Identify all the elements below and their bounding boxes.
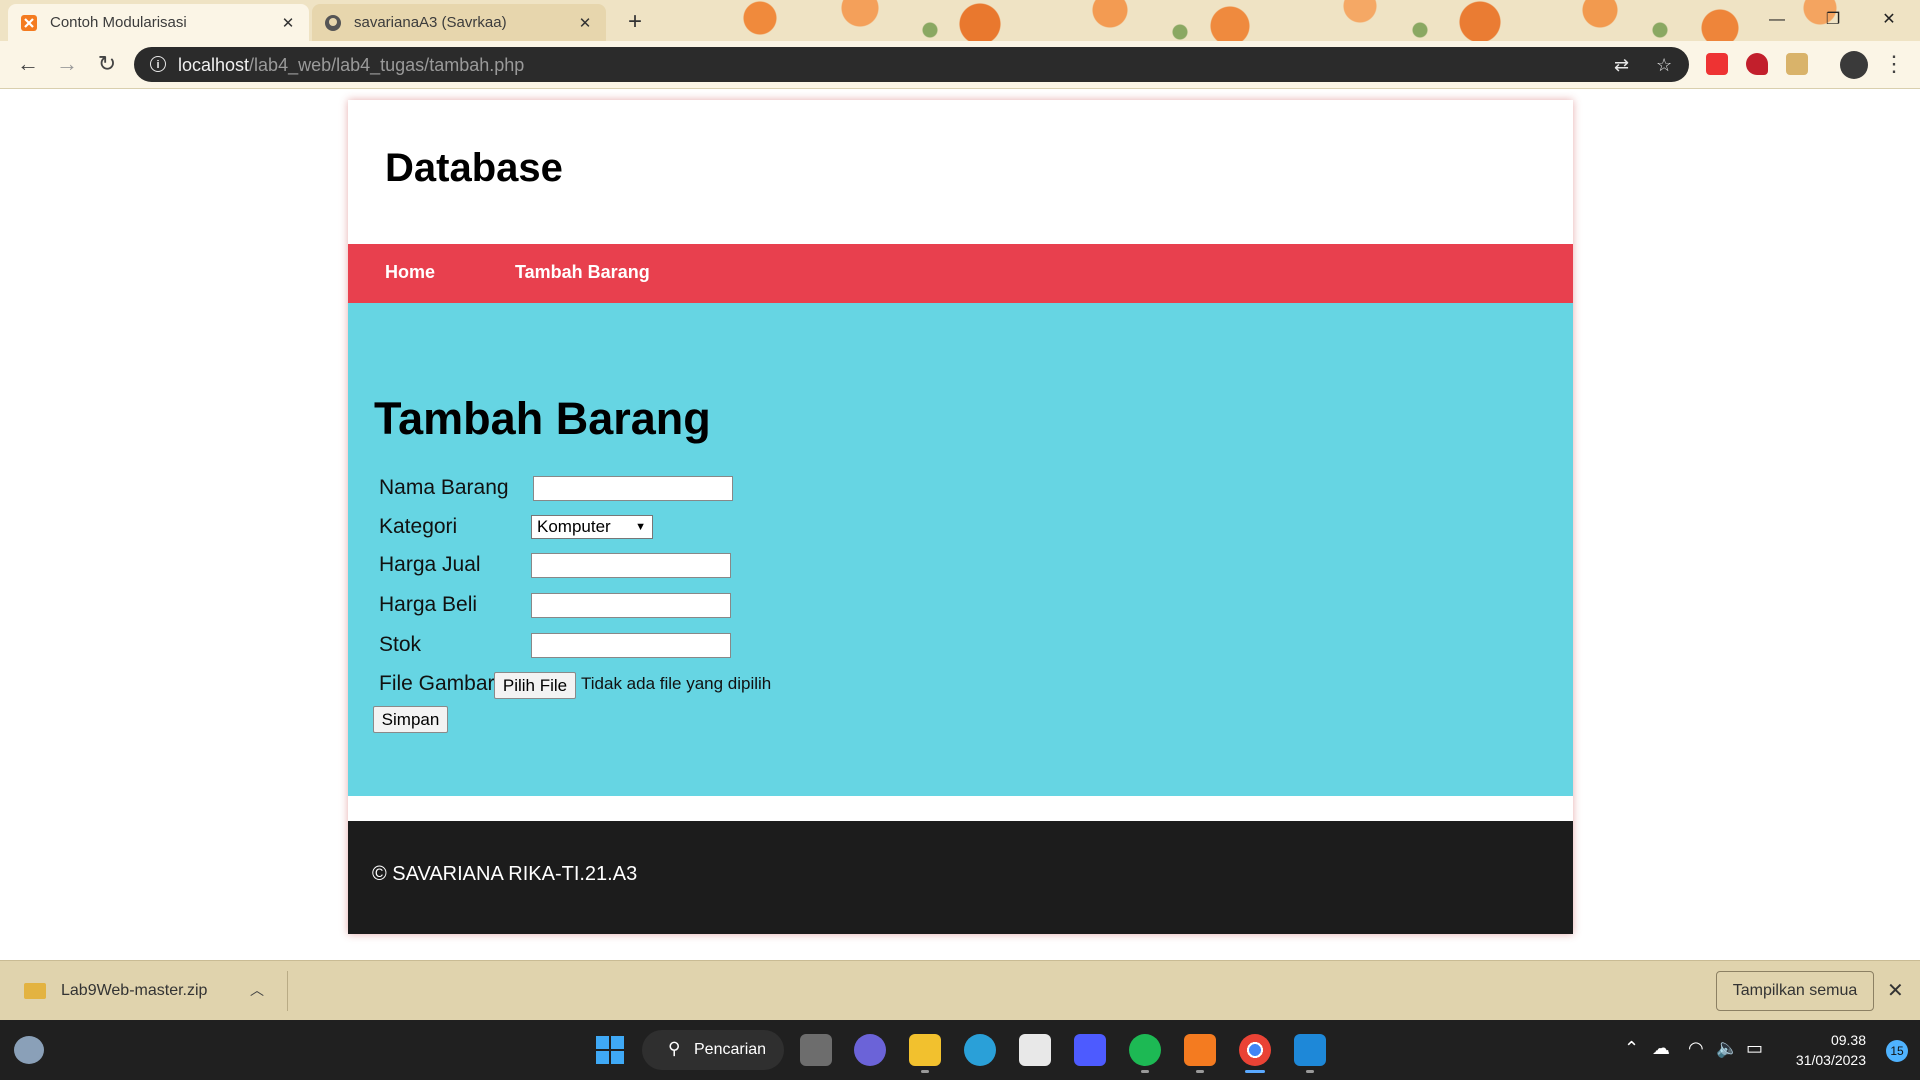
search-icon: ⚲ (668, 1039, 681, 1058)
clock[interactable]: 09.38 31/03/2023 (1796, 1030, 1866, 1070)
tab-contoh-modularisasi[interactable]: Contoh Modularisasi ✕ (8, 4, 309, 41)
taskbar-search[interactable]: ⚲ Pencarian (642, 1030, 784, 1070)
chat-icon[interactable] (854, 1034, 886, 1066)
divider (287, 971, 288, 1011)
new-tab-button[interactable]: + (622, 10, 648, 36)
xampp-icon (21, 14, 37, 31)
site-title: Database (385, 146, 563, 190)
file-explorer-icon[interactable] (909, 1034, 941, 1066)
label-harga-jual: Harga Jual (379, 553, 481, 576)
battery-icon[interactable]: ▭ (1746, 1038, 1763, 1059)
label-file-gambar: File Gambar (379, 672, 495, 695)
menu-dots-icon[interactable]: ⋮ (1880, 51, 1908, 79)
kategori-selected: Komputer (537, 517, 611, 536)
restore-icon[interactable]: ❐ (1810, 6, 1856, 34)
minimize-icon[interactable]: — (1754, 6, 1800, 34)
pocket-icon[interactable] (1706, 53, 1728, 75)
active-indicator (1245, 1070, 1265, 1073)
extension-icon[interactable] (1746, 53, 1768, 75)
label-stok: Stok (379, 633, 422, 656)
chevron-up-icon[interactable]: ⌃ (1624, 1038, 1639, 1059)
volume-muted-icon[interactable]: 🔈 (1716, 1038, 1738, 1059)
profile-avatar[interactable] (1840, 51, 1868, 79)
running-indicator (921, 1070, 929, 1073)
extension-icon[interactable] (1786, 53, 1808, 75)
download-file-name[interactable]: Lab9Web-master.zip (61, 982, 207, 1000)
page-footer: © SAVARIANA RIKA-TI.21.A3 (348, 821, 1573, 934)
close-window-icon[interactable]: ✕ (1866, 6, 1912, 34)
info-icon[interactable]: i (150, 56, 166, 72)
xampp-icon[interactable] (1184, 1034, 1216, 1066)
browser-toolbar: ← → ↻ i localhost/lab4_web/lab4_tugas/ta… (0, 41, 1920, 89)
running-indicator (1306, 1070, 1314, 1073)
task-view-icon[interactable] (800, 1034, 832, 1066)
show-all-button[interactable]: Tampilkan semua (1716, 971, 1874, 1011)
harga-jual-input[interactable] (531, 553, 731, 578)
taskbar: ⚲ Pencarian ⌃ ☁ ◠ 🔈 ▭ 09.38 31/03/2023 1… (0, 1020, 1920, 1080)
label-kategori: Kategori (379, 515, 458, 538)
chrome-icon[interactable] (1239, 1034, 1271, 1066)
bookmark-star-icon[interactable]: ☆ (1656, 55, 1672, 76)
footer-text: © SAVARIANA RIKA-TI.21.A3 (372, 863, 638, 885)
close-tab-icon[interactable]: ✕ (576, 14, 594, 32)
address-bar[interactable]: i localhost/lab4_web/lab4_tugas/tambah.p… (134, 47, 1689, 82)
back-icon[interactable]: ← (14, 51, 42, 79)
download-shelf: Lab9Web-master.zip ︿ Tampilkan semua ✕ (0, 960, 1920, 1021)
nama-barang-input[interactable] (533, 476, 733, 501)
page-heading: Tambah Barang (374, 393, 711, 444)
close-tab-icon[interactable]: ✕ (279, 14, 297, 32)
running-indicator (1141, 1070, 1149, 1073)
url-host: localhost (178, 55, 250, 75)
nav-tambah-barang[interactable]: Tambah Barang (515, 262, 650, 283)
save-button[interactable]: Simpan (373, 706, 448, 733)
kategori-select[interactable]: Komputer ▼ (531, 515, 653, 539)
chevron-up-icon[interactable]: ︿ (250, 980, 264, 1000)
url-path: /lab4_web/lab4_tugas/tambah.php (249, 55, 525, 75)
app-icon[interactable] (1074, 1034, 1106, 1066)
dropdown-arrow-icon: ▼ (635, 521, 646, 533)
edge-icon[interactable] (964, 1034, 996, 1066)
store-icon[interactable] (1019, 1034, 1051, 1066)
stok-input[interactable] (531, 633, 731, 658)
zip-file-icon (24, 983, 46, 999)
github-icon (325, 14, 341, 31)
spotify-icon[interactable] (1129, 1034, 1161, 1066)
main-nav: Home Tambah Barang (348, 244, 1573, 303)
harga-beli-input[interactable] (531, 593, 731, 618)
file-status: Tidak ada file yang dipilih (581, 674, 772, 693)
label-harga-beli: Harga Beli (379, 593, 478, 616)
tab-title: Contoh Modularisasi (50, 14, 187, 31)
nav-home[interactable]: Home (385, 262, 435, 283)
tab-savariana[interactable]: savarianaA3 (Savrkaa) ✕ (312, 4, 606, 41)
running-indicator (1196, 1070, 1204, 1073)
onedrive-icon[interactable]: ☁ (1652, 1038, 1670, 1059)
main-content: Tambah Barang Nama Barang Kategori Kompu… (348, 303, 1573, 796)
url-text[interactable]: localhost/lab4_web/lab4_tugas/tambah.php (178, 55, 524, 76)
page-header: Database (348, 100, 1573, 244)
weather-icon[interactable] (14, 1036, 44, 1064)
notification-badge[interactable]: 15 (1886, 1040, 1908, 1062)
close-shelf-icon[interactable]: ✕ (1887, 978, 1904, 1003)
tab-strip: Contoh Modularisasi ✕ savarianaA3 (Savrk… (0, 0, 1920, 41)
start-icon[interactable] (594, 1034, 626, 1066)
label-nama-barang: Nama Barang (379, 476, 509, 499)
clock-date: 31/03/2023 (1795, 1052, 1866, 1068)
tab-title: savarianaA3 (Savrkaa) (354, 14, 507, 31)
translate-icon[interactable]: ⇄ (1614, 55, 1629, 76)
reload-icon[interactable]: ↻ (93, 51, 121, 79)
wifi-icon[interactable]: ◠ (1688, 1038, 1704, 1059)
forward-icon[interactable]: → (53, 51, 81, 79)
vscode-icon[interactable] (1294, 1034, 1326, 1066)
clock-time: 09.38 (1830, 1032, 1866, 1048)
page-container: Database Home Tambah Barang Tambah Baran… (348, 100, 1573, 934)
search-label: Pencarian (694, 1041, 767, 1058)
choose-file-button[interactable]: Pilih File (494, 672, 576, 699)
